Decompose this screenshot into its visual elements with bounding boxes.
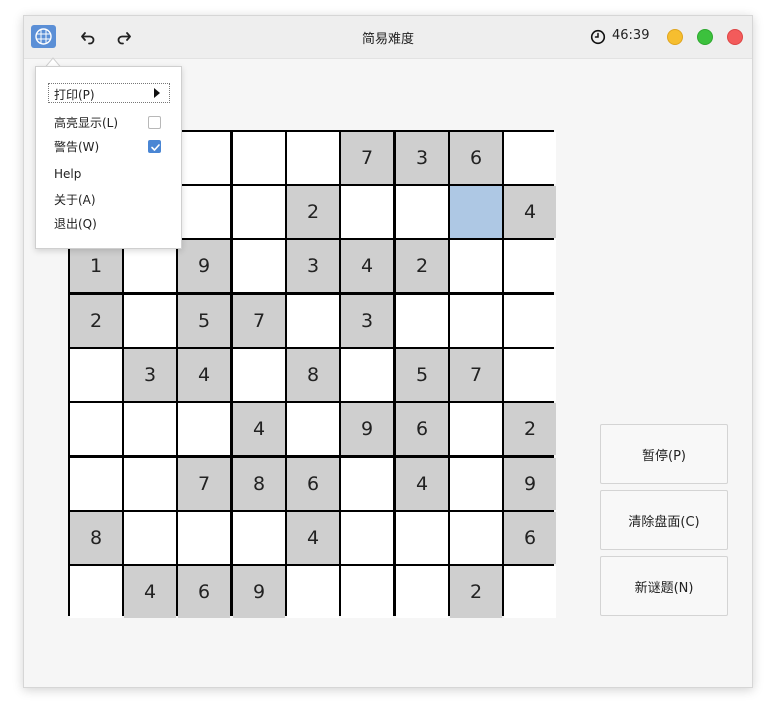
sudoku-cell[interactable] bbox=[178, 403, 230, 455]
sudoku-cell[interactable] bbox=[287, 403, 339, 455]
menu-item-quit[interactable]: 退出(Q) bbox=[54, 215, 97, 232]
sudoku-cell[interactable]: 2 bbox=[287, 186, 339, 238]
sudoku-cell[interactable]: 3 bbox=[124, 349, 176, 401]
menu-item-warnings[interactable]: 警告(W) bbox=[54, 138, 99, 155]
sudoku-cell[interactable]: 4 bbox=[396, 458, 448, 510]
sudoku-cell[interactable]: 2 bbox=[504, 403, 556, 455]
sudoku-cell[interactable] bbox=[450, 403, 502, 455]
sudoku-cell[interactable] bbox=[178, 186, 230, 238]
sudoku-cell[interactable]: 9 bbox=[233, 566, 285, 618]
sudoku-cell[interactable]: 2 bbox=[396, 240, 448, 292]
sudoku-cell[interactable] bbox=[287, 566, 339, 618]
sudoku-cell[interactable]: 4 bbox=[287, 512, 339, 564]
sudoku-cell[interactable] bbox=[124, 512, 176, 564]
sudoku-cell[interactable]: 4 bbox=[233, 403, 285, 455]
sudoku-cell[interactable]: 8 bbox=[233, 458, 285, 510]
sudoku-cell[interactable] bbox=[504, 566, 556, 618]
title-bar: 简易难度 46:39 bbox=[24, 16, 752, 59]
sudoku-cell[interactable] bbox=[233, 512, 285, 564]
sudoku-cell[interactable]: 4 bbox=[178, 349, 230, 401]
check-icon bbox=[151, 144, 160, 151]
menu-item-help[interactable]: Help bbox=[54, 167, 81, 181]
sudoku-cell[interactable] bbox=[504, 295, 556, 347]
sudoku-cell[interactable] bbox=[450, 186, 502, 238]
sudoku-cell[interactable]: 4 bbox=[124, 566, 176, 618]
sudoku-cell[interactable]: 9 bbox=[178, 240, 230, 292]
sudoku-cell[interactable]: 3 bbox=[396, 132, 448, 184]
sudoku-cell[interactable] bbox=[124, 458, 176, 510]
sudoku-cell[interactable] bbox=[341, 458, 393, 510]
menu-item-print[interactable]: 打印(P) bbox=[48, 83, 170, 103]
close-button[interactable] bbox=[727, 29, 743, 45]
sudoku-cell[interactable] bbox=[341, 349, 393, 401]
sudoku-cell[interactable] bbox=[341, 186, 393, 238]
maximize-button[interactable] bbox=[697, 29, 713, 45]
clear-board-button[interactable]: 清除盘面(C) bbox=[600, 490, 728, 550]
sudoku-cell[interactable]: 2 bbox=[70, 295, 122, 347]
submenu-arrow-icon bbox=[154, 88, 160, 98]
sudoku-cell[interactable]: 7 bbox=[450, 349, 502, 401]
sudoku-cell[interactable] bbox=[396, 186, 448, 238]
sudoku-cell[interactable]: 6 bbox=[178, 566, 230, 618]
sudoku-cell[interactable]: 8 bbox=[287, 349, 339, 401]
sudoku-cell[interactable]: 6 bbox=[450, 132, 502, 184]
sudoku-cell[interactable] bbox=[124, 403, 176, 455]
sudoku-cell[interactable]: 5 bbox=[178, 295, 230, 347]
menu-item-print-label: 打印(P) bbox=[54, 88, 95, 102]
sudoku-cell[interactable]: 9 bbox=[341, 403, 393, 455]
sudoku-cell[interactable]: 4 bbox=[504, 186, 556, 238]
sudoku-cell[interactable] bbox=[70, 458, 122, 510]
sudoku-cell[interactable] bbox=[233, 186, 285, 238]
sudoku-cell[interactable]: 7 bbox=[233, 295, 285, 347]
sudoku-cell[interactable] bbox=[504, 240, 556, 292]
sudoku-cell[interactable]: 7 bbox=[178, 458, 230, 510]
sudoku-cell[interactable] bbox=[124, 295, 176, 347]
sudoku-cell[interactable]: 6 bbox=[396, 403, 448, 455]
sudoku-cell[interactable] bbox=[233, 240, 285, 292]
sudoku-cell[interactable]: 4 bbox=[341, 240, 393, 292]
sudoku-cell[interactable] bbox=[341, 512, 393, 564]
sudoku-cell[interactable] bbox=[504, 132, 556, 184]
menu-item-about[interactable]: 关于(A) bbox=[54, 191, 96, 208]
warnings-checkbox[interactable] bbox=[148, 140, 161, 153]
timer-value: 46:39 bbox=[612, 28, 650, 43]
new-puzzle-button[interactable]: 新谜题(N) bbox=[600, 556, 728, 616]
app-menu: 打印(P) 高亮显示(L) 警告(W) Help 关于(A) 退出(Q) bbox=[35, 66, 182, 249]
sudoku-cell[interactable] bbox=[504, 349, 556, 401]
sudoku-cell[interactable] bbox=[70, 566, 122, 618]
sudoku-cell[interactable] bbox=[233, 132, 285, 184]
sudoku-cell[interactable]: 3 bbox=[287, 240, 339, 292]
sudoku-cell[interactable]: 9 bbox=[504, 458, 556, 510]
sudoku-cell[interactable] bbox=[450, 512, 502, 564]
sudoku-cell[interactable] bbox=[396, 512, 448, 564]
sudoku-cell[interactable] bbox=[287, 132, 339, 184]
clock-icon bbox=[590, 29, 606, 45]
sudoku-cell[interactable]: 6 bbox=[287, 458, 339, 510]
sudoku-cell[interactable] bbox=[287, 295, 339, 347]
sudoku-cell[interactable] bbox=[70, 403, 122, 455]
sudoku-cell[interactable] bbox=[396, 295, 448, 347]
sudoku-cell[interactable] bbox=[178, 512, 230, 564]
sudoku-cell[interactable] bbox=[450, 295, 502, 347]
sudoku-cell[interactable] bbox=[233, 349, 285, 401]
menu-item-highlight[interactable]: 高亮显示(L) bbox=[54, 114, 118, 131]
sudoku-cell[interactable]: 3 bbox=[341, 295, 393, 347]
sudoku-cell[interactable]: 8 bbox=[70, 512, 122, 564]
minimize-button[interactable] bbox=[667, 29, 683, 45]
sudoku-cell[interactable] bbox=[70, 349, 122, 401]
sudoku-cell[interactable] bbox=[450, 240, 502, 292]
sudoku-cell[interactable] bbox=[178, 132, 230, 184]
sudoku-cell[interactable]: 7 bbox=[341, 132, 393, 184]
pause-button[interactable]: 暂停(P) bbox=[600, 424, 728, 484]
sudoku-cell[interactable]: 2 bbox=[450, 566, 502, 618]
sudoku-cell[interactable]: 5 bbox=[396, 349, 448, 401]
sudoku-cell[interactable] bbox=[341, 566, 393, 618]
sudoku-cell[interactable]: 6 bbox=[504, 512, 556, 564]
sudoku-cell[interactable] bbox=[450, 458, 502, 510]
sudoku-cell[interactable] bbox=[396, 566, 448, 618]
highlight-checkbox[interactable] bbox=[148, 116, 161, 129]
